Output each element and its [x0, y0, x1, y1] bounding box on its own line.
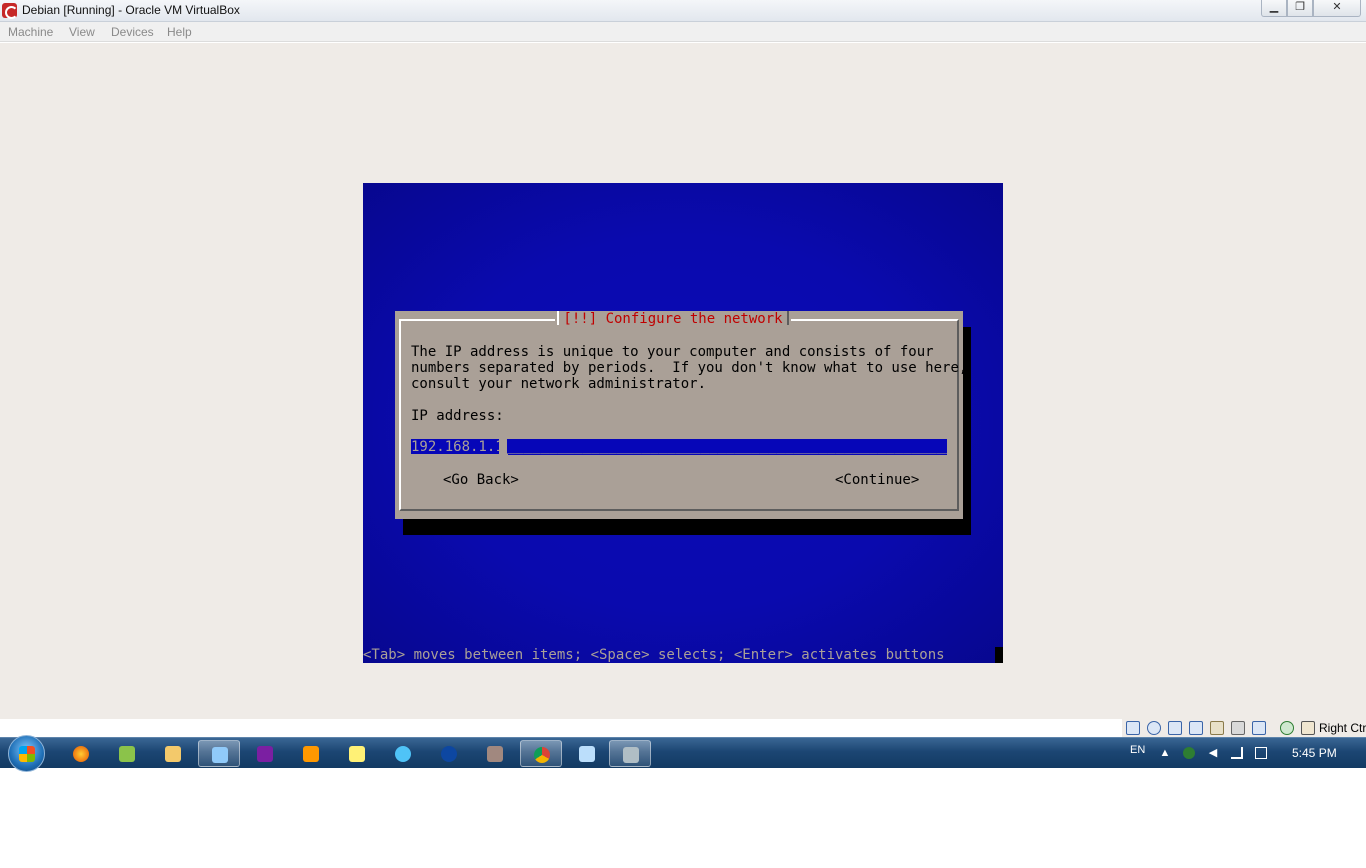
- taskbar-chrome[interactable]: [520, 740, 562, 767]
- close-button[interactable]: ✕: [1313, 0, 1361, 17]
- ip-address-value: 192.168.1.1: [411, 439, 508, 455]
- volume-icon[interactable]: ◀: [1207, 747, 1219, 759]
- vm-status-bar: Right Ctrl: [1122, 719, 1366, 737]
- window-title-bar[interactable]: Debian [Running] - Oracle VM VirtualBox …: [0, 0, 1366, 22]
- ip-field-fill: ________________________________________…: [507, 439, 947, 454]
- network-tool-icon: [395, 746, 411, 762]
- system-clock[interactable]: 5:45 PM: [1292, 746, 1337, 760]
- minimize-icon: ▁: [1269, 1, 1279, 13]
- guest-screen[interactable]: [!!] Configure the network The IP addres…: [363, 183, 1003, 663]
- chrome-icon: [534, 747, 550, 763]
- close-icon: ✕: [1332, 1, 1342, 13]
- taskbar-media-player[interactable]: [244, 740, 286, 767]
- window-title: Debian [Running] - Oracle VM VirtualBox: [22, 3, 240, 17]
- display-icon[interactable]: [1210, 721, 1224, 735]
- network-signal-icon[interactable]: [1231, 747, 1243, 759]
- video-capture-icon[interactable]: [1231, 721, 1245, 735]
- taskbar-bluetooth[interactable]: [428, 740, 470, 767]
- optical-drive-icon[interactable]: [1147, 721, 1161, 735]
- taskbar-firefox[interactable]: [60, 740, 102, 767]
- minimize-button[interactable]: ▁: [1261, 0, 1287, 17]
- configure-network-dialog: [!!] Configure the network The IP addres…: [395, 311, 967, 519]
- restore-icon: ❐: [1295, 1, 1305, 13]
- hard-disk-icon[interactable]: [1126, 721, 1140, 735]
- virtualbox-app-icon[interactable]: [2, 3, 18, 19]
- notepad-icon: [579, 746, 595, 762]
- start-button[interactable]: [8, 735, 45, 772]
- notepad-plus-icon: [119, 746, 135, 762]
- shared-folders-icon[interactable]: [1189, 721, 1203, 735]
- taskbar-sticky-notes[interactable]: [336, 740, 378, 767]
- video-player-icon: [303, 746, 319, 762]
- taskbar-notepad-plus[interactable]: [106, 740, 148, 767]
- menu-bar: Machine View Devices Help: [0, 22, 1366, 42]
- taskbar-video-player[interactable]: [290, 740, 332, 767]
- file-explorer-icon: [165, 746, 181, 762]
- go-back-button[interactable]: <Go Back>: [443, 472, 519, 488]
- taskbar-network-tool[interactable]: [382, 740, 424, 767]
- taskbar-game[interactable]: [474, 740, 516, 767]
- host-key-label: Right Ctrl: [1319, 721, 1366, 735]
- restore-button[interactable]: ❐: [1287, 0, 1313, 17]
- show-hidden-icons-icon[interactable]: ▲: [1159, 747, 1171, 759]
- menu-machine[interactable]: Machine: [8, 25, 53, 39]
- mouse-integration-icon[interactable]: [1280, 721, 1294, 735]
- paint-icon: [212, 747, 228, 763]
- network-icon[interactable]: [1252, 721, 1266, 735]
- usb-icon[interactable]: [1168, 721, 1182, 735]
- language-indicator[interactable]: EN: [1130, 744, 1145, 756]
- continue-button[interactable]: <Continue>: [835, 472, 919, 488]
- screen-corner-block: [995, 647, 1003, 663]
- sticky-notes-icon: [349, 746, 365, 762]
- taskbar-file-explorer[interactable]: [152, 740, 194, 767]
- keyboard-capture-icon[interactable]: [1301, 721, 1315, 735]
- media-player-icon: [257, 746, 273, 762]
- windows-taskbar: EN ▲ ◀ 5:45 PM: [0, 735, 1366, 772]
- power-icon[interactable]: [1255, 747, 1267, 759]
- taskbar-paint[interactable]: [198, 740, 240, 767]
- menu-help[interactable]: Help: [167, 25, 192, 39]
- menu-view[interactable]: View: [69, 25, 95, 39]
- dialog-description: The IP address is unique to your compute…: [411, 344, 968, 392]
- ip-address-input[interactable]: 192.168.1.1 ____________________________…: [411, 439, 947, 455]
- menu-devices[interactable]: Devices: [111, 25, 154, 39]
- virtualbox-icon: [623, 747, 639, 763]
- ip-address-label: IP address:: [411, 408, 504, 424]
- taskbar-virtualbox[interactable]: [609, 740, 651, 767]
- dialog-title: [!!] Configure the network: [555, 311, 791, 327]
- security-icon[interactable]: [1183, 747, 1195, 759]
- firefox-icon: [73, 746, 89, 762]
- bluetooth-icon: [441, 746, 457, 762]
- keyboard-help-line: <Tab> moves between items; <Space> selec…: [363, 647, 945, 663]
- text-cursor: [499, 439, 507, 455]
- vm-display-area: [!!] Configure the network The IP addres…: [0, 43, 1366, 719]
- taskbar-notepad[interactable]: [566, 740, 608, 767]
- game-icon: [487, 746, 503, 762]
